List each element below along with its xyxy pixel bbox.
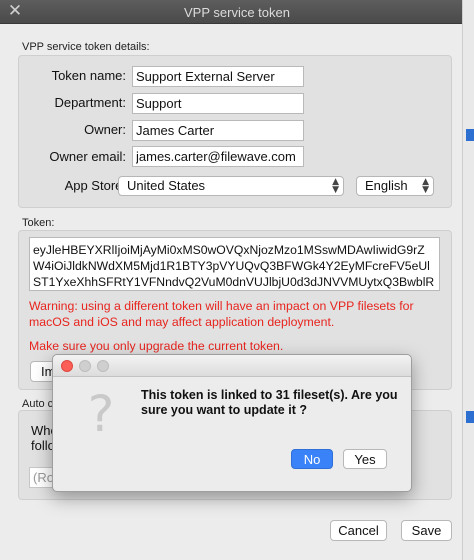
- save-button[interactable]: Save: [401, 520, 452, 541]
- token-section-label: Token:: [22, 217, 55, 229]
- yes-button[interactable]: Yes: [343, 449, 387, 469]
- upgrade-note: Make sure you only upgrade the current t…: [29, 339, 284, 353]
- question-mark-icon: ?: [87, 385, 115, 443]
- dialog-close-icon[interactable]: [61, 360, 73, 372]
- owner-email-label: Owner email:: [49, 149, 126, 164]
- owner-label: Owner:: [84, 122, 126, 137]
- details-section-label: VPP service token details:: [22, 41, 150, 53]
- token-name-label: Token name:: [51, 68, 126, 83]
- details-group: Token name: Department: Owner: Owner ema…: [18, 55, 452, 208]
- background-window-edge: [462, 0, 474, 560]
- window-titlebar: ✕ VPP service token: [0, 0, 474, 24]
- chevron-updown-icon: ▲ ▼: [332, 177, 339, 195]
- window-title: VPP service token: [184, 5, 290, 20]
- cancel-button[interactable]: Cancel: [330, 520, 387, 541]
- dialog-minimize-icon: [79, 360, 91, 372]
- chevron-updown-icon: ▲ ▼: [422, 177, 429, 195]
- app-store-select[interactable]: United States ▲ ▼: [118, 176, 344, 196]
- owner-input[interactable]: [132, 120, 304, 141]
- auto-section-label: Auto c: [22, 398, 54, 410]
- background-selection-marker: [466, 411, 474, 423]
- background-selection-marker: [466, 129, 474, 141]
- token-warning: Warning: using a different token will ha…: [29, 299, 414, 329]
- department-input[interactable]: [132, 93, 304, 114]
- confirm-dialog: ? This token is linked to 31 fileset(s).…: [52, 354, 412, 492]
- vpp-token-window: ✕ VPP service token VPP service token de…: [0, 0, 474, 560]
- token-name-input[interactable]: [132, 66, 304, 87]
- token-textarea[interactable]: eyJleHBEYXRlIjoiMjAyMi0xMS0wOVQxNjozMzo1…: [29, 237, 440, 291]
- app-store-value: United States: [127, 178, 206, 193]
- language-value: English: [365, 178, 408, 193]
- dialog-titlebar: [53, 355, 411, 377]
- dialog-message: This token is linked to 31 fileset(s). A…: [141, 388, 398, 417]
- dialog-zoom-icon: [97, 360, 109, 372]
- no-button[interactable]: No: [291, 449, 333, 469]
- department-label: Department:: [54, 95, 126, 110]
- app-store-label: App Store:: [64, 178, 126, 193]
- owner-email-input[interactable]: [132, 146, 304, 167]
- language-select[interactable]: English ▲ ▼: [356, 176, 434, 196]
